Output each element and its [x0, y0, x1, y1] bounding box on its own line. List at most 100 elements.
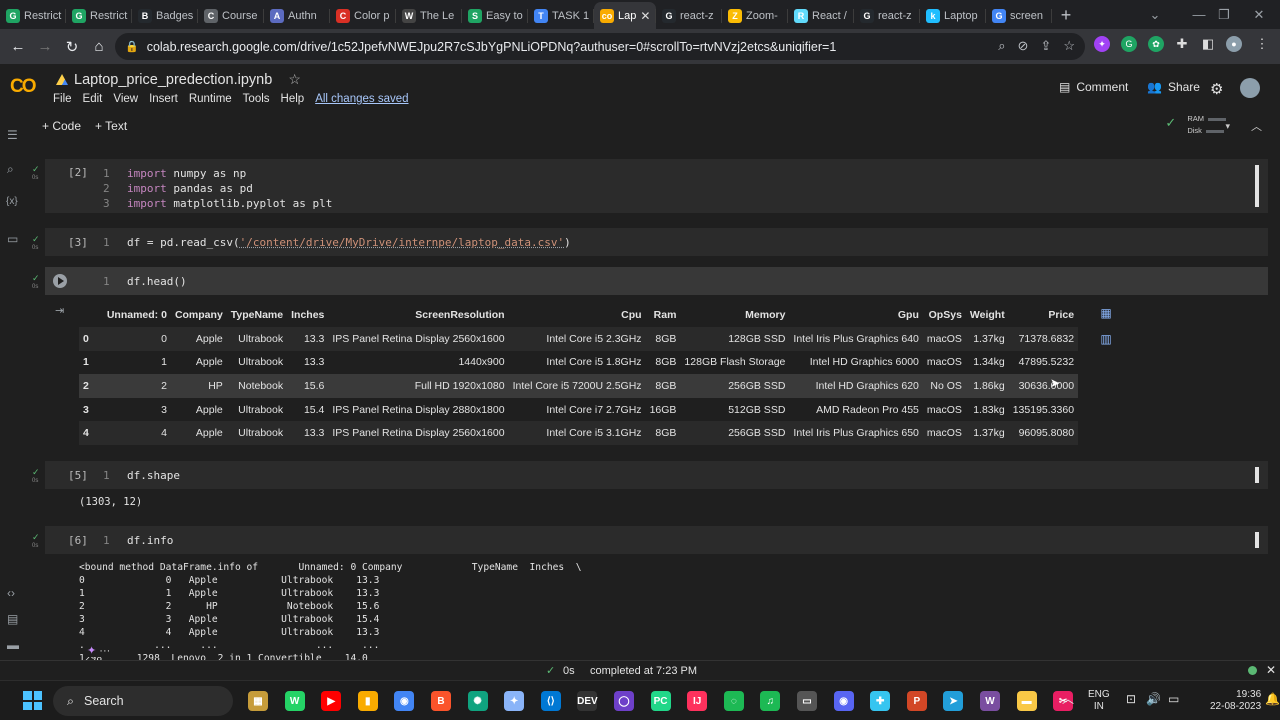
grammarly-icon[interactable]: G: [1121, 36, 1137, 52]
notes-icon[interactable]: ▮: [357, 691, 378, 711]
menu-view[interactable]: View: [113, 93, 138, 105]
cell-status-check-icon[interactable]: ✓ 0s: [32, 273, 40, 291]
cell-status-check-icon[interactable]: ✓ 0s: [32, 164, 40, 182]
settings-gear-icon[interactable]: ⚙: [1210, 80, 1223, 98]
share-page-icon[interactable]: ⇪: [1040, 38, 1051, 54]
refresh-app-icon[interactable]: ◌: [723, 691, 744, 711]
collapse-header-icon[interactable]: ︿: [1251, 118, 1262, 134]
file-explorer-widget-icon[interactable]: ▦: [248, 691, 268, 711]
menu-tools[interactable]: Tools: [243, 93, 270, 105]
add-text-button[interactable]: + Text: [95, 119, 127, 133]
browser-tab[interactable]: k Laptop: [920, 2, 986, 29]
browser-tab[interactable]: W The Le: [396, 2, 462, 29]
exec-status-text[interactable]: completed at 7:23 PM: [590, 665, 697, 677]
code-cell[interactable]: [2] 1 import numpy as np 2 import pandas…: [45, 159, 1268, 213]
colab-logo-icon[interactable]: CO: [10, 76, 36, 98]
winrar-icon[interactable]: W: [980, 691, 1000, 711]
youtube-icon[interactable]: ▶: [321, 691, 342, 711]
browser-tab[interactable]: T TASK 1: [528, 2, 594, 29]
discord-icon[interactable]: ◉: [833, 691, 854, 711]
home-icon[interactable]: ⌂: [86, 34, 112, 60]
notebook-title[interactable]: Laptop_price_predection.ipynb ☆: [56, 71, 301, 88]
windows-start-icon[interactable]: [23, 691, 42, 710]
save-status-link[interactable]: All changes saved: [315, 93, 408, 105]
browser-tab[interactable]: C Course: [198, 2, 264, 29]
add-code-button[interactable]: + Code: [42, 119, 81, 133]
battery-icon[interactable]: ▭: [1168, 693, 1179, 705]
cell-scrollbar[interactable]: [1255, 165, 1259, 207]
eye-off-icon[interactable]: ⊘: [1018, 38, 1029, 54]
clock[interactable]: 19:36 22-08-2023: [1210, 689, 1261, 713]
comment-button[interactable]: ▤ Comment: [1059, 80, 1128, 94]
table-view-icon[interactable]: ▦: [1098, 305, 1114, 321]
profile-avatar[interactable]: ●: [1226, 36, 1242, 52]
browser-tab[interactable]: Gscreen: [986, 2, 1052, 29]
volume-icon[interactable]: 🔊: [1146, 693, 1161, 705]
browser-tab[interactable]: Greact-z: [854, 2, 920, 29]
whatsapp-icon[interactable]: W: [284, 691, 305, 711]
menu-help[interactable]: Help: [281, 93, 305, 105]
terminal-icon[interactable]: ▬: [7, 638, 19, 652]
tray-overflow-icon[interactable]: ︿: [1062, 693, 1074, 705]
run-cell-button[interactable]: [53, 274, 67, 288]
share-button[interactable]: 👥 Share: [1147, 80, 1200, 94]
star-icon[interactable]: ☆: [288, 71, 301, 88]
cell-status-check-icon[interactable]: ✓ 0s: [32, 234, 40, 252]
tab-close-icon[interactable]: ✕: [640, 9, 650, 23]
bookmark-star-icon[interactable]: ☆: [1063, 38, 1075, 54]
new-tab-icon[interactable]: +: [1052, 2, 1080, 29]
browser-menu-icon[interactable]: ⋮: [1254, 36, 1270, 52]
menu-runtime[interactable]: Runtime: [189, 93, 232, 105]
back-icon[interactable]: ←: [5, 34, 31, 60]
pycharm-icon[interactable]: PC: [650, 691, 671, 711]
extension-icon[interactable]: ✦: [1094, 36, 1110, 52]
folder-icon[interactable]: ▬: [1016, 691, 1037, 711]
code-cell[interactable]: [3] 1 df = pd.read_csv('/content/drive/M…: [45, 228, 1268, 256]
brave-icon[interactable]: B: [431, 691, 451, 711]
telegram-icon[interactable]: ➤: [943, 691, 964, 711]
runtime-dropdown-icon[interactable]: ▾: [1225, 121, 1230, 132]
menu-file[interactable]: File: [53, 93, 72, 105]
cell-status-check-icon[interactable]: ✓ 0s: [32, 532, 40, 550]
browser-tab[interactable]: A Authn: [264, 2, 330, 29]
gemini-icon[interactable]: ✦: [504, 691, 525, 711]
github-icon[interactable]: ◯: [614, 691, 634, 711]
chatgpt-icon[interactable]: ✺: [467, 691, 488, 711]
output-actions-icon[interactable]: ⇥: [55, 304, 64, 317]
code-cell[interactable]: [6] 1 df.info: [45, 526, 1268, 554]
cell-status-check-icon[interactable]: ✓ 0s: [32, 467, 40, 485]
side-panel-icon[interactable]: ◧: [1200, 36, 1216, 52]
table-of-contents-icon[interactable]: ☰: [7, 128, 18, 142]
close-status-icon[interactable]: ✕: [1266, 663, 1276, 677]
tab-search-icon[interactable]: ⌄: [1132, 0, 1178, 29]
powerpoint-icon[interactable]: P: [906, 691, 927, 711]
spotify-icon[interactable]: ♫: [760, 691, 781, 711]
code-cell-active[interactable]: 1 df.head(): [45, 267, 1268, 295]
gemini-sparkle-icon[interactable]: ✦ ···: [83, 644, 115, 657]
menu-insert[interactable]: Insert: [149, 93, 178, 105]
intellij-icon[interactable]: IJ: [687, 691, 708, 711]
address-bar[interactable]: 🔒 colab.research.google.com/drive/1c52Jp…: [115, 33, 1085, 60]
cell-scrollbar[interactable]: [1255, 532, 1259, 548]
notifications-icon[interactable]: 🔔: [1265, 693, 1280, 705]
cell-scrollbar[interactable]: [1255, 467, 1259, 483]
code-cell[interactable]: [5] 1 df.shape: [45, 461, 1268, 489]
vpn-icon[interactable]: ▭: [797, 691, 817, 711]
browser-tab[interactable]: C Color p: [330, 2, 396, 29]
files-folder-icon[interactable]: ▭: [7, 232, 18, 246]
browser-tab[interactable]: G Restrict: [66, 2, 132, 29]
taskbar-search[interactable]: ⌕ Search: [53, 686, 233, 716]
network-icon[interactable]: ⊡: [1126, 693, 1136, 705]
variables-icon[interactable]: {x}: [6, 196, 18, 207]
browser-tab[interactable]: B Badges: [132, 2, 198, 29]
user-avatar[interactable]: [1240, 78, 1260, 98]
chart-suggest-icon[interactable]: ▥: [1098, 331, 1114, 347]
close-window-icon[interactable]: ✕: [1236, 0, 1280, 29]
extensions-puzzle-icon[interactable]: ✚: [1174, 36, 1190, 52]
reload-icon[interactable]: ↻: [59, 34, 85, 60]
browser-tab[interactable]: G Restrict: [0, 2, 66, 29]
browser-tab[interactable]: Z Zoom-: [722, 2, 788, 29]
forward-icon[interactable]: →: [32, 34, 58, 60]
browser-tab[interactable]: R React /: [788, 2, 854, 29]
menu-edit[interactable]: Edit: [83, 93, 103, 105]
